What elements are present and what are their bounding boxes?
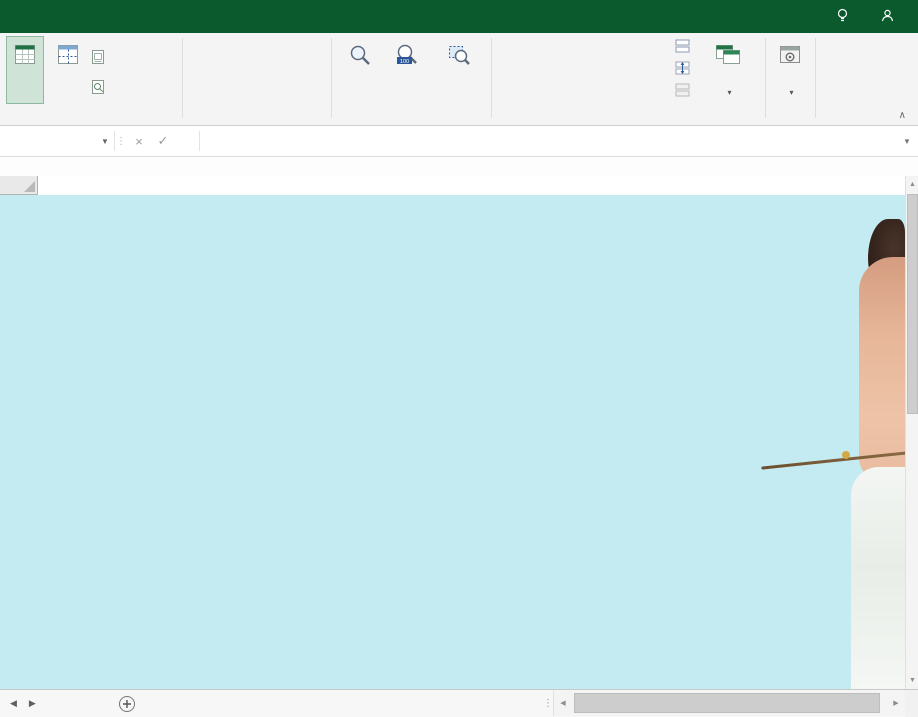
group-macros: ▾ <box>766 33 814 125</box>
sheet-background-photo-shirt <box>851 467 905 689</box>
sheet-nav-right-arrow[interactable]: ▶ <box>29 698 36 709</box>
formula-bar: ▼ ⋮ × ✓ ▼ <box>0 126 918 157</box>
page-layout-icon <box>90 49 109 65</box>
group-zoom: 100 <box>332 33 490 125</box>
zoom-icon <box>348 42 372 68</box>
collapse-ribbon-button[interactable]: ∧ <box>899 110 906 121</box>
scroll-down-arrow[interactable]: ▼ <box>906 672 918 689</box>
formula-input[interactable] <box>200 126 896 156</box>
ribbon-view-tab-content: 100 ▾ ▾ ∧ <box>0 33 918 126</box>
sheet-tab-navigation: ◀ ▶ <box>0 690 46 717</box>
new-sheet-button[interactable] <box>110 690 144 717</box>
sheet-background-photo-face <box>859 257 905 483</box>
group-separator <box>182 38 183 118</box>
zoom-to-selection-button[interactable] <box>432 36 486 104</box>
horizontal-scrollbar-thumb[interactable] <box>574 693 880 713</box>
scroll-left-arrow[interactable]: ◀ <box>554 690 572 716</box>
formula-grid-gap <box>0 157 918 176</box>
normal-view-button[interactable] <box>6 36 44 104</box>
excel-window: 100 ▾ ▾ ∧ ▼ ⋮ × ✓ ▼ ▲ ▼ ◀ ▶ ⋮ ◀ ▶ <box>0 0 918 717</box>
custom-views-button[interactable] <box>90 77 112 97</box>
normal-view-icon <box>12 42 38 68</box>
zoom-button[interactable] <box>336 36 384 104</box>
sheet-canvas[interactable] <box>0 195 905 689</box>
expand-formula-bar-arrow[interactable]: ▼ <box>896 126 918 156</box>
macros-button[interactable]: ▾ <box>771 36 809 104</box>
page-layout-button[interactable] <box>90 47 112 67</box>
synchronous-scrolling-icon <box>675 61 690 78</box>
svg-text:100: 100 <box>400 59 409 65</box>
horizontal-scrollbar[interactable]: ◀ ▶ <box>553 690 905 716</box>
page-break-preview-button[interactable] <box>48 36 88 104</box>
scroll-up-arrow[interactable]: ▲ <box>906 176 918 193</box>
name-box-dropdown-arrow[interactable]: ▼ <box>96 126 114 156</box>
reset-window-position-button[interactable] <box>672 81 692 101</box>
view-side-by-side-button[interactable] <box>672 37 692 57</box>
scroll-right-arrow[interactable]: ▶ <box>887 690 905 716</box>
enter-icon[interactable]: ✓ <box>151 126 175 156</box>
group-show <box>184 33 330 125</box>
plus-icon <box>118 695 135 712</box>
name-box[interactable] <box>0 126 96 156</box>
sheet-background-photo-bead <box>842 451 850 459</box>
vertical-scrollbar-thumb[interactable] <box>907 194 918 414</box>
lightbulb-icon <box>836 8 849 26</box>
macros-icon <box>778 42 802 68</box>
zoom-100-button[interactable]: 100 <box>386 36 428 104</box>
group-workbook-views <box>2 33 180 125</box>
reset-window-position-icon <box>675 83 690 100</box>
select-all-corner[interactable] <box>0 176 38 195</box>
tell-me-button[interactable] <box>836 8 855 26</box>
zoom-to-selection-icon <box>447 42 471 68</box>
macros-dropdown-arrow: ▾ <box>789 88 794 97</box>
group-separator <box>815 38 816 118</box>
vertical-scrollbar[interactable]: ▲ ▼ <box>905 176 918 689</box>
switch-windows-button[interactable]: ▾ <box>698 36 758 104</box>
cancel-icon[interactable]: × <box>127 126 151 156</box>
view-side-by-side-icon <box>675 39 690 56</box>
tabbar-right <box>836 0 918 33</box>
zoom-100-icon: 100 <box>395 42 419 68</box>
group-window: ▾ <box>492 33 764 125</box>
share-button[interactable] <box>881 9 900 25</box>
synchronous-scrolling-button[interactable] <box>672 59 692 79</box>
switch-windows-icon <box>715 42 741 68</box>
ribbon-tab-bar <box>0 0 918 33</box>
tab-scrollbar-splitter[interactable]: ⋮ <box>543 690 553 716</box>
switch-windows-dropdown-arrow: ▾ <box>727 88 732 97</box>
insert-function-button[interactable] <box>175 126 199 156</box>
custom-views-icon <box>90 79 109 95</box>
scrollbar-corner <box>905 690 918 717</box>
person-icon <box>881 9 894 25</box>
formula-bar-drag-handle[interactable]: ⋮ <box>115 126 127 156</box>
sheet-nav-left-arrow[interactable]: ◀ <box>10 698 17 709</box>
page-break-preview-icon <box>55 42 81 68</box>
